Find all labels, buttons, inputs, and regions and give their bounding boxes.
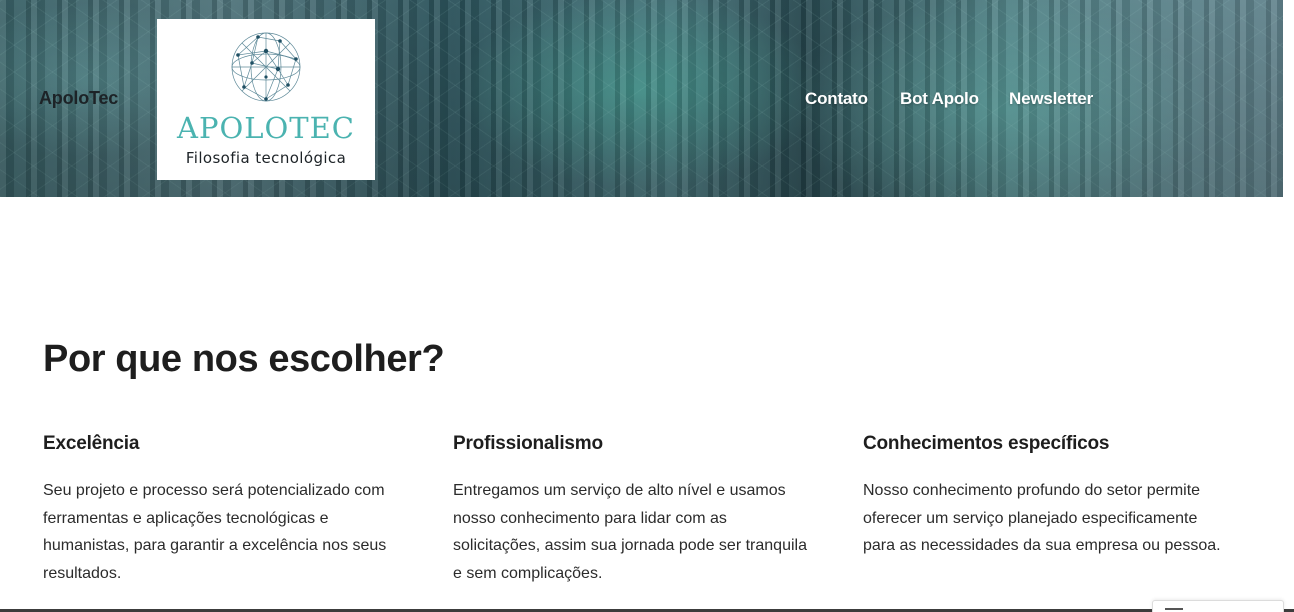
feature-conhecimentos-especificos: Conhecimentos específicos Nosso conhecim…: [863, 433, 1253, 560]
logo-tagline: Filosofia tecnológica: [185, 149, 347, 167]
feature-description: Seu projeto e processo será potencializa…: [43, 477, 433, 587]
feature-description-line: Seu projeto e processo será potencializa…: [43, 482, 385, 499]
site-title-link[interactable]: ApoloTec: [39, 88, 118, 109]
feature-description-line: resultados.: [43, 564, 122, 582]
site-logo[interactable]: APOLOTEC Filosofia tecnológica: [157, 19, 375, 180]
feature-description-line: nosso conhecimento para lidar com as: [453, 509, 727, 527]
feature-description-line: ferramentas e aplicações tecnológicas e: [43, 509, 329, 527]
feature-description-line: humanistas, para garantir a excelência n…: [43, 537, 387, 554]
nav-item-newsletter: Newsletter: [1009, 89, 1093, 109]
site-header: ApoloTec APOLOTEC Filosofia tecnológica …: [0, 0, 1294, 197]
feature-title: Excelência: [43, 433, 140, 454]
floating-widget-tab[interactable]: [1152, 600, 1284, 612]
header-right-edge: [1283, 0, 1294, 197]
nav-item-contato: Contato: [805, 89, 868, 109]
feature-description-line: solicitações, assim sua jornada pode ser…: [453, 537, 807, 554]
feature-description: Nosso conhecimento profundo do setor per…: [863, 477, 1253, 560]
feature-excelencia: Excelência Seu projeto e processo será p…: [43, 433, 433, 587]
section-title: Por que nos escolher?: [43, 338, 445, 380]
logo-brand-text: APOLOTEC: [177, 111, 355, 145]
widget-handle-icon: [1165, 608, 1183, 610]
feature-description-line: para as necessidades da sua empresa ou p…: [863, 537, 1221, 554]
network-globe-icon: [231, 32, 301, 102]
feature-description: Entregamos um serviço de alto nível e us…: [453, 477, 843, 587]
feature-description-line: oferecer um serviço planejado especifica…: [863, 509, 1198, 527]
feature-description-line: Entregamos um serviço de alto nível e us…: [453, 482, 786, 499]
feature-profissionalismo: Profissionalismo Entregamos um serviço d…: [453, 433, 843, 587]
feature-title: Conhecimentos específicos: [863, 433, 1110, 454]
nav-link-bot-apolo[interactable]: Bot Apolo: [900, 89, 979, 109]
feature-description-line: e sem complicações.: [453, 564, 603, 582]
feature-title: Profissionalismo: [453, 433, 603, 454]
nav-link-contato[interactable]: Contato: [805, 89, 868, 109]
nav-link-newsletter[interactable]: Newsletter: [1009, 89, 1093, 109]
feature-description-line: Nosso conhecimento profundo do setor per…: [863, 482, 1201, 499]
nav-item-bot-apolo: Bot Apolo: [900, 89, 979, 109]
